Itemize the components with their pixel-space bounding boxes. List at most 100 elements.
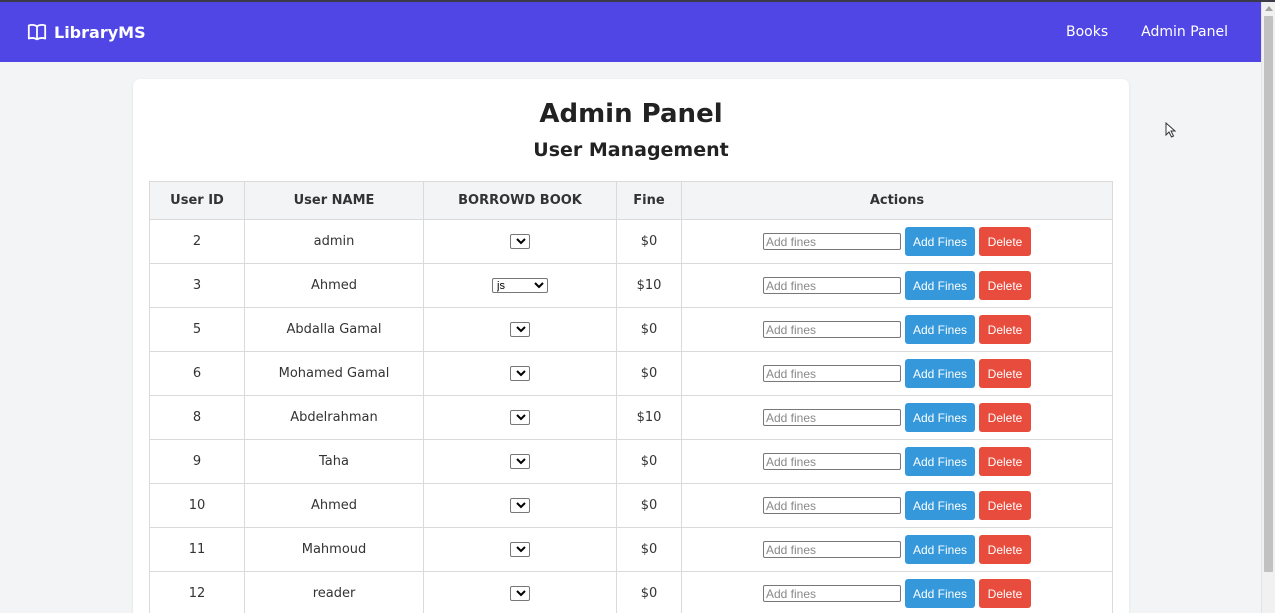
table-row: 2admin$0Add FinesDelete: [149, 219, 1113, 264]
fine-cell: $0: [616, 483, 682, 528]
table-header-row: User ID User NAME BORROWD BOOK Fine Acti…: [149, 181, 1113, 220]
add-fines-button[interactable]: Add Fines: [905, 535, 975, 564]
user-name-cell: Mohamed Gamal: [244, 351, 424, 396]
borrowed-book-select[interactable]: [510, 366, 530, 381]
user-id-cell: 12: [149, 571, 245, 613]
actions-group: Add FinesDelete: [682, 315, 1112, 344]
add-fines-button[interactable]: Add Fines: [905, 315, 975, 344]
user-name-cell: reader: [244, 571, 424, 613]
borrowed-book-select[interactable]: [510, 498, 530, 513]
add-fines-button[interactable]: Add Fines: [905, 403, 975, 432]
header-borrowed-book: BORROWD BOOK: [423, 181, 617, 220]
actions-group: Add FinesDelete: [682, 359, 1112, 388]
actions-cell: Add FinesDelete: [681, 395, 1113, 440]
borrowed-book-cell: [423, 395, 617, 440]
delete-user-button[interactable]: Delete: [979, 403, 1031, 432]
borrowed-book-cell: [423, 307, 617, 352]
section-title: User Management: [533, 139, 729, 161]
borrowed-book-select[interactable]: [510, 234, 530, 249]
header-fine: Fine: [616, 181, 682, 220]
fines-input[interactable]: [763, 453, 901, 470]
nav-link-books[interactable]: Books: [1066, 24, 1108, 40]
fines-input[interactable]: [763, 409, 901, 426]
user-id-cell: 6: [149, 351, 245, 396]
user-id-cell: 2: [149, 219, 245, 264]
user-id-cell: 5: [149, 307, 245, 352]
delete-user-button[interactable]: Delete: [979, 447, 1031, 476]
add-fines-button[interactable]: Add Fines: [905, 271, 975, 300]
delete-user-button[interactable]: Delete: [979, 579, 1031, 608]
table-row: 5Abdalla Gamal$0Add FinesDelete: [149, 307, 1113, 352]
user-id-cell: 3: [149, 263, 245, 308]
vertical-scrollbar[interactable]: [1261, 2, 1275, 613]
add-fines-button[interactable]: Add Fines: [905, 227, 975, 256]
borrowed-book-cell: [423, 439, 617, 484]
fine-cell: $10: [616, 395, 682, 440]
open-book-icon: [27, 24, 47, 41]
fine-cell: $10: [616, 263, 682, 308]
fines-input[interactable]: [763, 277, 901, 294]
fines-input[interactable]: [763, 497, 901, 514]
table-row: 6Mohamed Gamal$0Add FinesDelete: [149, 351, 1113, 396]
actions-cell: Add FinesDelete: [681, 439, 1113, 484]
fines-input[interactable]: [763, 585, 901, 602]
add-fines-button[interactable]: Add Fines: [905, 447, 975, 476]
add-fines-button[interactable]: Add Fines: [905, 579, 975, 608]
user-name-cell: Mahmoud: [244, 527, 424, 572]
borrowed-book-cell: [423, 483, 617, 528]
fines-input[interactable]: [763, 541, 901, 558]
table-row: 10Ahmed$0Add FinesDelete: [149, 483, 1113, 528]
fine-cell: $0: [616, 219, 682, 264]
add-fines-button[interactable]: Add Fines: [905, 359, 975, 388]
fines-input[interactable]: [763, 233, 901, 250]
scroll-up-arrow-icon[interactable]: [1265, 6, 1273, 11]
brand-name: LibraryMS: [54, 22, 146, 42]
fine-cell: $0: [616, 527, 682, 572]
fine-cell: $0: [616, 351, 682, 396]
navbar: LibraryMS Books Admin Panel: [0, 2, 1261, 62]
table-body: 2admin$0Add FinesDelete3Ahmedjs$10Add Fi…: [149, 219, 1113, 613]
actions-group: Add FinesDelete: [682, 535, 1112, 564]
fines-input[interactable]: [763, 321, 901, 338]
nav-link-admin-panel[interactable]: Admin Panel: [1141, 24, 1228, 40]
delete-user-button[interactable]: Delete: [979, 271, 1031, 300]
user-name-cell: Abdalla Gamal: [244, 307, 424, 352]
borrowed-book-select[interactable]: [510, 410, 530, 425]
borrowed-book-select[interactable]: [510, 542, 530, 557]
actions-group: Add FinesDelete: [682, 403, 1112, 432]
user-id-cell: 9: [149, 439, 245, 484]
borrowed-book-cell: js: [423, 263, 617, 308]
fine-cell: $0: [616, 571, 682, 613]
borrowed-book-cell: [423, 351, 617, 396]
delete-user-button[interactable]: Delete: [979, 491, 1031, 520]
brand[interactable]: LibraryMS: [27, 23, 146, 42]
borrowed-book-select[interactable]: [510, 586, 530, 601]
borrowed-book-select[interactable]: js: [492, 278, 548, 293]
user-name-cell: admin: [244, 219, 424, 264]
actions-cell: Add FinesDelete: [681, 307, 1113, 352]
actions-cell: Add FinesDelete: [681, 219, 1113, 264]
header-actions: Actions: [681, 181, 1113, 220]
borrowed-book-cell: [423, 527, 617, 572]
user-id-cell: 10: [149, 483, 245, 528]
delete-user-button[interactable]: Delete: [979, 315, 1031, 344]
scrollbar-thumb[interactable]: [1264, 16, 1273, 572]
actions-cell: Add FinesDelete: [681, 483, 1113, 528]
borrowed-book-select[interactable]: [510, 454, 530, 469]
fine-cell: $0: [616, 307, 682, 352]
delete-user-button[interactable]: Delete: [979, 535, 1031, 564]
fines-input[interactable]: [763, 365, 901, 382]
mouse-cursor-icon: [1165, 122, 1177, 138]
actions-group: Add FinesDelete: [682, 579, 1112, 608]
borrowed-book-select[interactable]: [510, 322, 530, 337]
users-table: User ID User NAME BORROWD BOOK Fine Acti…: [149, 181, 1113, 613]
delete-user-button[interactable]: Delete: [979, 227, 1031, 256]
add-fines-button[interactable]: Add Fines: [905, 491, 975, 520]
delete-user-button[interactable]: Delete: [979, 359, 1031, 388]
actions-cell: Add FinesDelete: [681, 527, 1113, 572]
admin-card: Admin Panel User Management User ID User…: [133, 79, 1129, 613]
table-row: 8Abdelrahman$10Add FinesDelete: [149, 395, 1113, 440]
borrowed-book-cell: [423, 571, 617, 613]
page-title: Admin Panel: [539, 99, 723, 129]
fine-cell: $0: [616, 439, 682, 484]
